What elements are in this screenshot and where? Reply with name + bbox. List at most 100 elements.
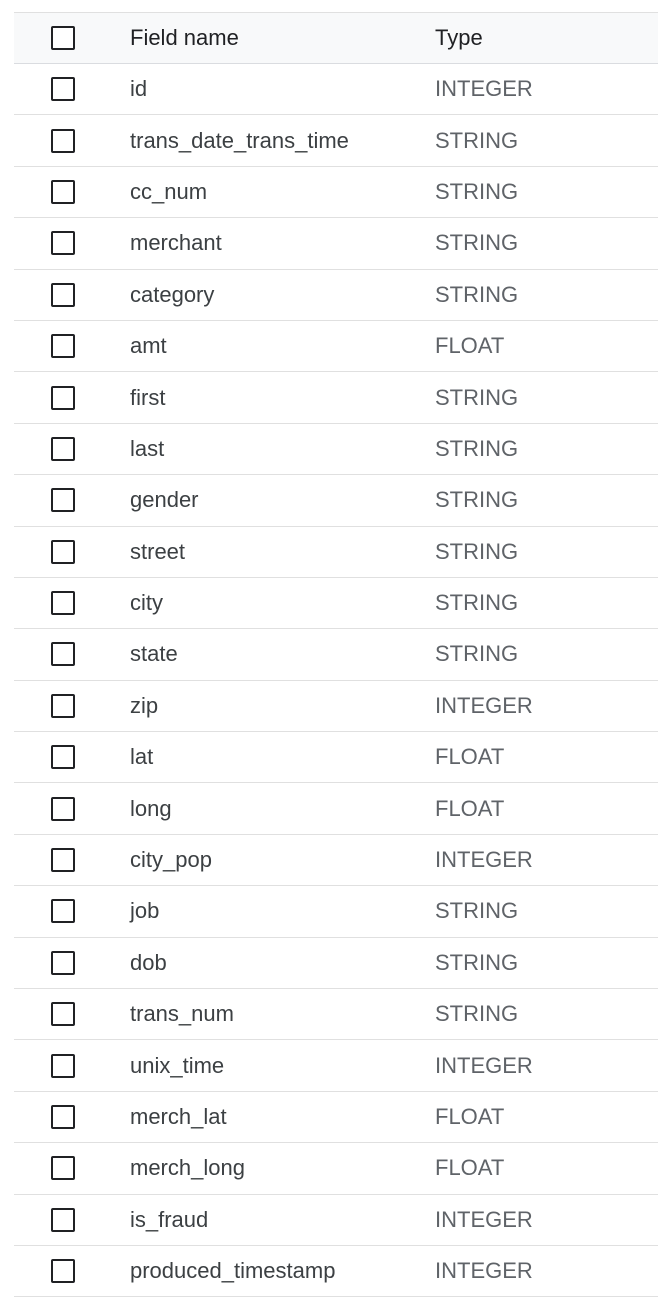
field-name-cell: merchant	[130, 230, 222, 256]
table-row[interactable]: gender STRING	[14, 475, 658, 527]
row-checkbox[interactable]	[51, 796, 75, 821]
field-type-cell: STRING	[435, 384, 519, 410]
row-checkbox[interactable]	[51, 950, 75, 975]
field-name-cell: amt	[130, 333, 167, 359]
field-type-cell: STRING	[435, 641, 519, 667]
row-checkbox[interactable]	[51, 642, 75, 667]
field-name-cell: dob	[130, 949, 167, 975]
row-checkbox[interactable]	[51, 539, 75, 564]
field-name-cell: produced_timestamp	[130, 1258, 336, 1284]
table-header: Field name Type	[14, 13, 658, 64]
row-checkbox[interactable]	[51, 436, 75, 461]
table-row[interactable]: trans_date_trans_time STRING	[14, 115, 658, 167]
field-type-cell: INTEGER	[435, 76, 533, 102]
field-type-cell: STRING	[435, 435, 519, 461]
type-header[interactable]: Type	[435, 25, 483, 51]
table-row[interactable]: trans_num STRING	[14, 989, 658, 1041]
row-checkbox[interactable]	[51, 128, 75, 153]
row-checkbox[interactable]	[51, 1259, 75, 1284]
field-name-cell: category	[130, 281, 215, 307]
field-type-cell: INTEGER	[435, 1052, 533, 1078]
field-name-cell: city_pop	[130, 847, 212, 873]
row-checkbox[interactable]	[51, 848, 75, 873]
row-checkbox[interactable]	[51, 1053, 75, 1078]
field-type-cell: INTEGER	[435, 1258, 533, 1284]
table-row[interactable]: category STRING	[14, 269, 658, 321]
field-name-cell: long	[130, 795, 172, 821]
row-checkbox[interactable]	[51, 899, 75, 924]
field-name-cell: id	[130, 76, 148, 102]
field-name-cell: gender	[130, 487, 199, 513]
row-checkbox[interactable]	[51, 1207, 75, 1232]
row-checkbox[interactable]	[51, 693, 75, 718]
table-row[interactable]: city_pop INTEGER	[14, 834, 658, 887]
field-type-cell: STRING	[435, 487, 519, 513]
table-row[interactable]: zip INTEGER	[14, 680, 658, 733]
field-name-cell: merch_lat	[130, 1104, 227, 1129]
table-row[interactable]: last STRING	[14, 423, 658, 476]
field-type-cell: STRING	[435, 178, 519, 204]
table-row[interactable]: long FLOAT	[14, 783, 658, 835]
row-checkbox[interactable]	[51, 231, 75, 256]
row-checkbox[interactable]	[51, 1002, 75, 1027]
table-row[interactable]: merchant STRING	[14, 218, 658, 270]
field-name-cell: is_fraud	[130, 1206, 209, 1232]
table-row[interactable]: merch_long FLOAT	[14, 1143, 658, 1195]
field-name-cell: zip	[130, 692, 159, 718]
table-row[interactable]: job STRING	[14, 886, 658, 938]
field-name-cell: unix_time	[130, 1052, 225, 1078]
field-type-cell: STRING	[435, 898, 519, 924]
field-type-cell: FLOAT	[435, 333, 505, 359]
field-type-cell: FLOAT	[435, 1104, 505, 1129]
field-type-cell: STRING	[435, 230, 519, 256]
field-type-cell: STRING	[435, 127, 519, 153]
table-row[interactable]: merch_lat FLOAT	[14, 1091, 658, 1144]
field-name-cell: cc_num	[130, 178, 208, 204]
row-checkbox[interactable]	[51, 334, 75, 359]
table-row[interactable]: cc_num STRING	[14, 166, 658, 219]
row-checkbox[interactable]	[51, 77, 75, 102]
field-name-cell: last	[130, 435, 165, 461]
table-row[interactable]: street STRING	[14, 526, 658, 578]
field-type-cell: FLOAT	[435, 795, 505, 821]
field-type-cell: STRING	[435, 281, 519, 307]
table-row[interactable]: dob STRING	[14, 937, 658, 990]
field-name-cell: job	[130, 898, 160, 924]
table-row[interactable]: lat FLOAT	[14, 732, 658, 784]
table-row[interactable]: state STRING	[14, 629, 658, 681]
field-type-cell: STRING	[435, 949, 519, 975]
field-name-cell: trans_num	[130, 1001, 234, 1027]
row-checkbox[interactable]	[51, 282, 75, 307]
row-checkbox[interactable]	[51, 488, 75, 513]
field-name-cell: first	[130, 384, 166, 410]
field-type-cell: FLOAT	[435, 744, 505, 770]
field-type-cell: FLOAT	[435, 1155, 505, 1181]
field-type-cell: STRING	[435, 538, 519, 564]
row-checkbox[interactable]	[51, 745, 75, 770]
row-checkbox[interactable]	[51, 1156, 75, 1181]
table-body: id INTEGER trans_date_trans_time STRING cc_n…	[14, 64, 658, 1298]
row-checkbox[interactable]	[51, 385, 75, 410]
table-row[interactable]: city STRING	[14, 577, 658, 630]
field-type-cell: STRING	[435, 590, 519, 616]
field-name-cell: street	[130, 538, 186, 564]
field-name-cell: lat	[130, 744, 154, 770]
field-type-cell: INTEGER	[435, 847, 533, 873]
field-type-cell: STRING	[435, 1001, 519, 1027]
field-name-header[interactable]: Field name	[130, 25, 239, 51]
row-checkbox[interactable]	[51, 591, 75, 616]
table-row[interactable]: first STRING	[14, 372, 658, 424]
row-checkbox[interactable]	[51, 1105, 75, 1129]
field-name-cell: city	[130, 590, 163, 616]
table-row[interactable]: produced_timestamp INTEGER	[14, 1245, 658, 1298]
row-checkbox[interactable]	[51, 179, 75, 204]
table-row[interactable]: amt FLOAT	[14, 320, 658, 373]
select-all-checkbox[interactable]	[51, 26, 75, 50]
field-name-cell: state	[130, 641, 178, 667]
field-name-cell: merch_long	[130, 1155, 245, 1181]
table-row[interactable]: id INTEGER	[14, 64, 658, 116]
field-name-cell: trans_date_trans_time	[130, 127, 349, 153]
table-row[interactable]: is_fraud INTEGER	[14, 1194, 658, 1246]
field-type-cell: INTEGER	[435, 1206, 533, 1232]
table-row[interactable]: unix_time INTEGER	[14, 1040, 658, 1092]
